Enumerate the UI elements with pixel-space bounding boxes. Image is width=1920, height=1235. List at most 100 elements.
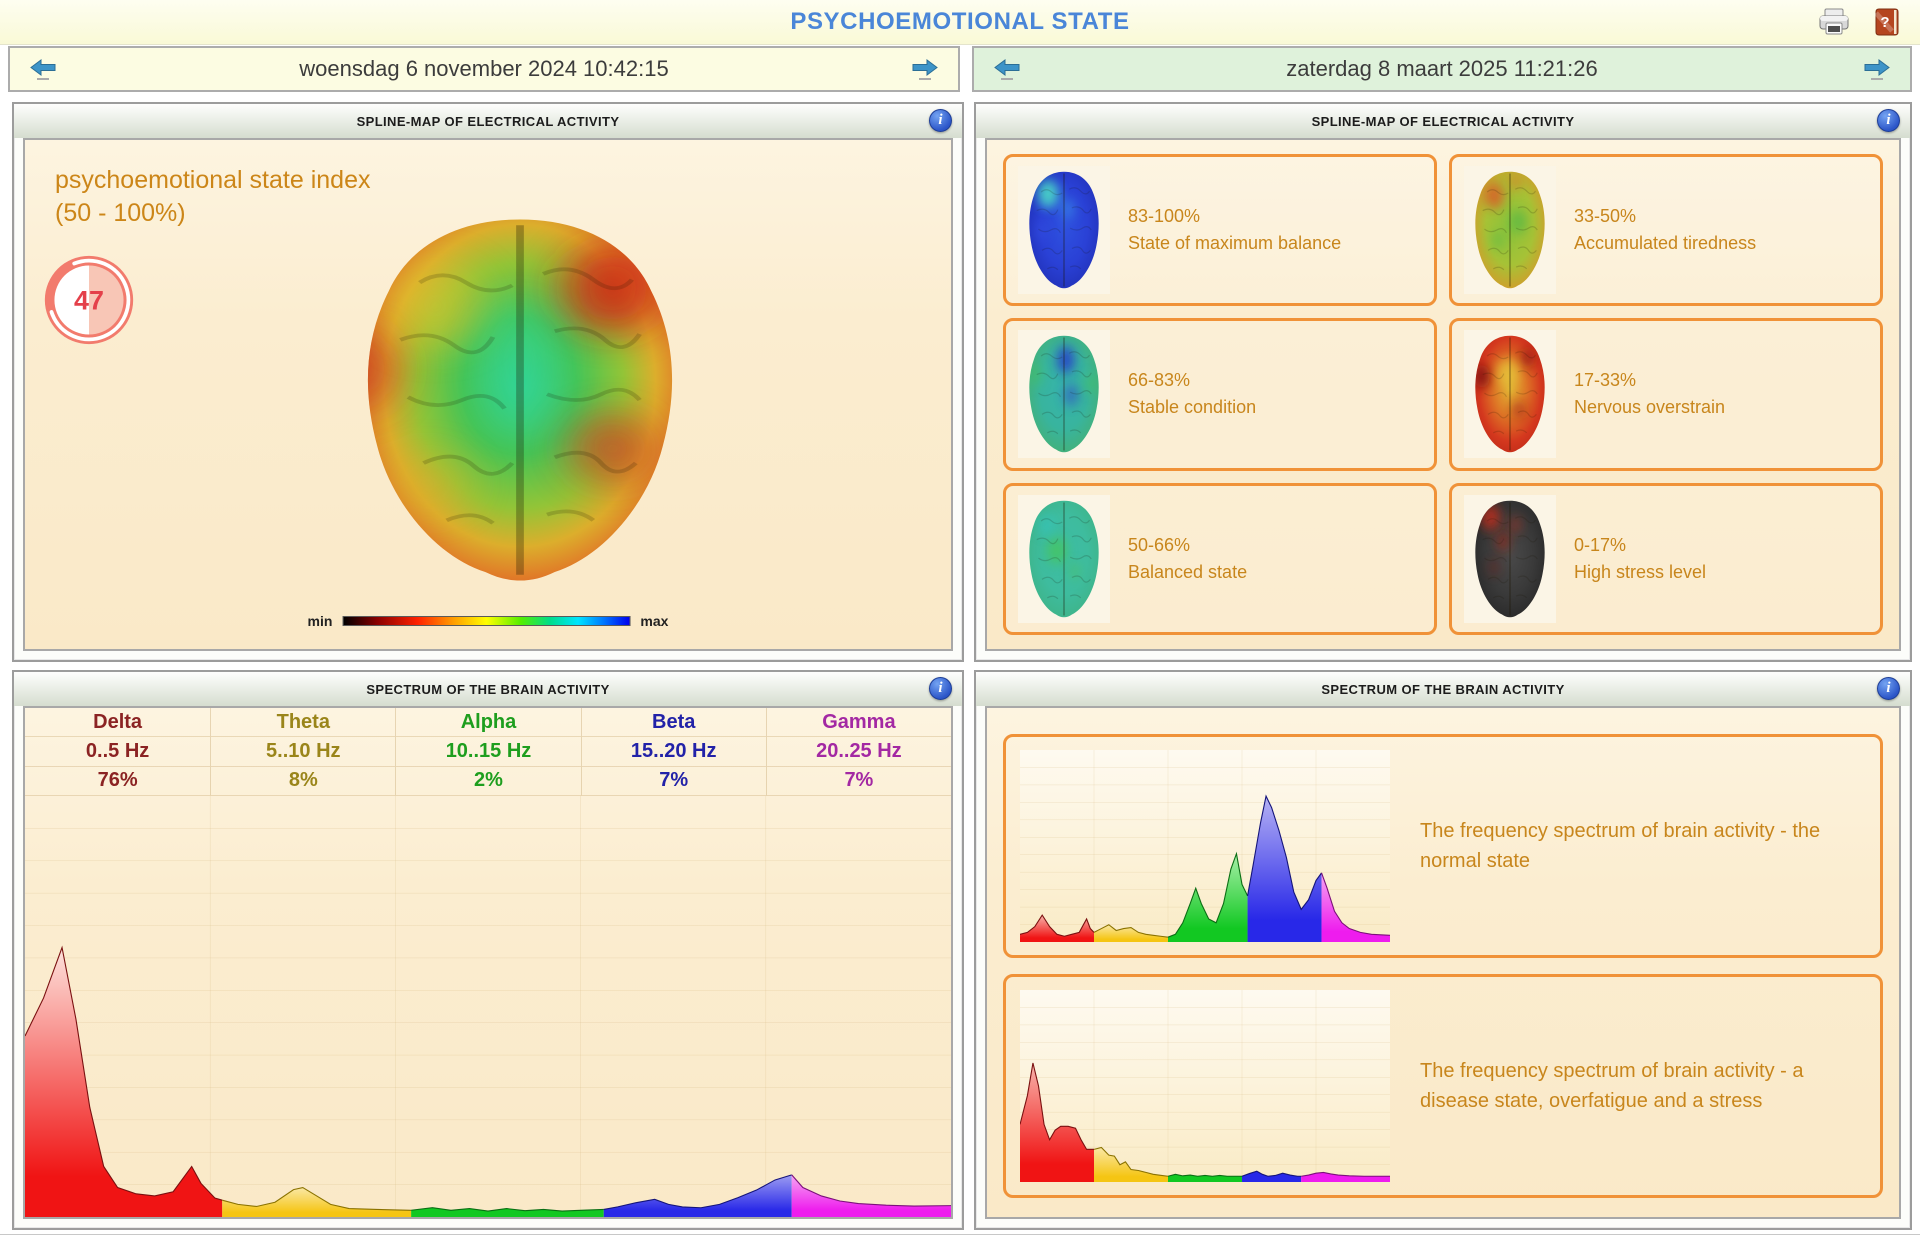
- help-book-icon[interactable]: ?: [1868, 4, 1904, 40]
- date-bar-left: woensdag 6 november 2024 10:42:15: [8, 46, 960, 92]
- gauge-value: 47: [74, 286, 104, 316]
- brain-box: [1464, 495, 1556, 623]
- reference-cards: The frequency spectrum of brain activity…: [987, 708, 1899, 1217]
- panel-titlebar: SPLINE-MAP OF ELECTRICAL ACTIVITY i: [14, 104, 962, 138]
- next-record-left-button[interactable]: [912, 59, 938, 80]
- band-percent: 2%: [396, 767, 580, 796]
- prev-record-left-button[interactable]: [30, 59, 56, 80]
- band-column-delta: Delta 0..5 Hz 76%: [25, 708, 210, 796]
- panel-title: SPECTRUM OF THE BRAIN ACTIVITY: [366, 682, 609, 697]
- band-column-beta: Beta 15..20 Hz 7%: [581, 708, 766, 796]
- panel-title: SPECTRUM OF THE BRAIN ACTIVITY: [1321, 682, 1564, 697]
- spectrum-chart: [25, 796, 951, 1217]
- panel-title: SPLINE-MAP OF ELECTRICAL ACTIVITY: [357, 114, 620, 129]
- card-text: 33-50% Accumulated tiredness: [1574, 203, 1756, 257]
- panel-titlebar: SPECTRUM OF THE BRAIN ACTIVITY i: [14, 672, 962, 706]
- psychoemotional-index-label: psychoemotional state index (50 - 100%): [55, 164, 370, 229]
- legend-card-17-33: 17-33% Nervous overstrain: [1449, 318, 1883, 470]
- band-name: Beta: [582, 708, 766, 737]
- card-text: 17-33% Nervous overstrain: [1574, 367, 1725, 421]
- panel-body: 83-100% State of maximum balance 33-50% …: [985, 138, 1901, 651]
- printer-icon[interactable]: [1816, 4, 1852, 40]
- brain-thumbnail-50-66: [1020, 497, 1108, 621]
- legend-cards-grid: 83-100% State of maximum balance 33-50% …: [987, 140, 1899, 649]
- band-name: Delta: [25, 708, 210, 737]
- svg-text:?: ?: [1880, 14, 1889, 31]
- next-record-right-button[interactable]: [1864, 59, 1890, 80]
- arrow-underline: [1871, 78, 1883, 80]
- band-column-theta: Theta 5..10 Hz 8%: [210, 708, 395, 796]
- color-scale-bar: [342, 616, 630, 626]
- band-range: 0..5 Hz: [25, 737, 210, 766]
- card-text: 50-66% Balanced state: [1128, 532, 1247, 586]
- info-icon[interactable]: i: [929, 109, 952, 132]
- info-icon[interactable]: i: [1877, 677, 1900, 700]
- reference-card-disease-state: The frequency spectrum of brain activity…: [1003, 974, 1883, 1198]
- spectrum-band-table: Delta 0..5 Hz 76% Theta 5..10 Hz 8% Alph…: [25, 708, 951, 796]
- spectrum-chart-area: [25, 796, 951, 1217]
- info-icon[interactable]: i: [1877, 109, 1900, 132]
- page-title: PSYCHOEMOTIONAL STATE: [0, 0, 1920, 44]
- band-range: 15..20 Hz: [582, 737, 766, 766]
- normal-state-spectrum-chart: [1020, 750, 1390, 942]
- index-label-line1: psychoemotional state index: [55, 164, 370, 197]
- psychoemotional-index-gauge: 47: [41, 252, 137, 348]
- legend-card-66-83: 66-83% Stable condition: [1003, 318, 1437, 470]
- legend-card-0-17: 0-17% High stress level: [1449, 483, 1883, 635]
- record-datetime-left: woensdag 6 november 2024 10:42:15: [299, 56, 668, 82]
- printer-icon-glyph: [1817, 7, 1851, 37]
- card-range: 83-100%: [1128, 203, 1341, 230]
- arrow-underline: [919, 78, 931, 80]
- legend-card-83-100: 83-100% State of maximum balance: [1003, 154, 1437, 306]
- reference-card-normal-state: The frequency spectrum of brain activity…: [1003, 734, 1883, 958]
- panel-spectrum-current: SPECTRUM OF THE BRAIN ACTIVITY i Delta 0…: [12, 670, 964, 1230]
- brain-thumbnail-0-17: [1466, 497, 1554, 621]
- brain-thumbnail-66-83: [1020, 332, 1108, 456]
- arrow-underline: [1001, 78, 1013, 80]
- legend-card-33-50: 33-50% Accumulated tiredness: [1449, 154, 1883, 306]
- arrow-right-icon: [1864, 59, 1890, 76]
- panel-spline-map-legend: SPLINE-MAP OF ELECTRICAL ACTIVITY i 83-1…: [974, 102, 1912, 662]
- band-percent: 76%: [25, 767, 210, 796]
- band-name: Alpha: [396, 708, 580, 737]
- info-icon[interactable]: i: [929, 677, 952, 700]
- card-label: High stress level: [1574, 559, 1706, 586]
- card-range: 50-66%: [1128, 532, 1247, 559]
- band-percent: 7%: [767, 767, 951, 796]
- card-label: State of maximum balance: [1128, 230, 1341, 257]
- panel-title: SPLINE-MAP OF ELECTRICAL ACTIVITY: [1312, 114, 1575, 129]
- brain-box: [1464, 330, 1556, 458]
- scale-max-label: max: [640, 613, 668, 629]
- panel-titlebar: SPLINE-MAP OF ELECTRICAL ACTIVITY i: [976, 104, 1910, 138]
- band-range: 20..25 Hz: [767, 737, 951, 766]
- brain-thumbnail-33-50: [1466, 168, 1554, 292]
- reference-card-text: The frequency spectrum of brain activity…: [1390, 816, 1880, 876]
- card-label: Nervous overstrain: [1574, 394, 1725, 421]
- disease-state-spectrum-chart: [1020, 990, 1390, 1182]
- index-label-line2: (50 - 100%): [55, 197, 370, 230]
- band-range: 5..10 Hz: [211, 737, 395, 766]
- prev-record-right-button[interactable]: [994, 59, 1020, 80]
- app-header: PSYCHOEMOTIONAL STATE ?: [0, 0, 1920, 45]
- scale-min-label: min: [308, 613, 333, 629]
- card-label: Accumulated tiredness: [1574, 230, 1756, 257]
- band-name: Gamma: [767, 708, 951, 737]
- card-range: 17-33%: [1574, 367, 1725, 394]
- color-scale: min max: [308, 613, 669, 629]
- panel-titlebar: SPECTRUM OF THE BRAIN ACTIVITY i: [976, 672, 1910, 706]
- panel-spline-map-current: SPLINE-MAP OF ELECTRICAL ACTIVITY i psyc…: [12, 102, 964, 662]
- brain-thumbnail-17-33: [1466, 332, 1554, 456]
- brain-spline-map-large: [327, 208, 713, 592]
- psychoemotional-state-page: PSYCHOEMOTIONAL STATE ?: [0, 0, 1920, 1235]
- panel-body: psychoemotional state index (50 - 100%) …: [23, 138, 953, 651]
- panel-body: The frequency spectrum of brain activity…: [985, 706, 1901, 1219]
- band-column-alpha: Alpha 10..15 Hz 2%: [395, 708, 580, 796]
- header-icons: ?: [1816, 4, 1904, 40]
- arrow-underline: [37, 78, 49, 80]
- brain-box: [1018, 166, 1110, 294]
- card-label: Stable condition: [1128, 394, 1256, 421]
- brain-box: [1464, 166, 1556, 294]
- panel-body: Delta 0..5 Hz 76% Theta 5..10 Hz 8% Alph…: [23, 706, 953, 1219]
- card-range: 33-50%: [1574, 203, 1756, 230]
- date-bar-right: zaterdag 8 maart 2025 11:21:26: [972, 46, 1912, 92]
